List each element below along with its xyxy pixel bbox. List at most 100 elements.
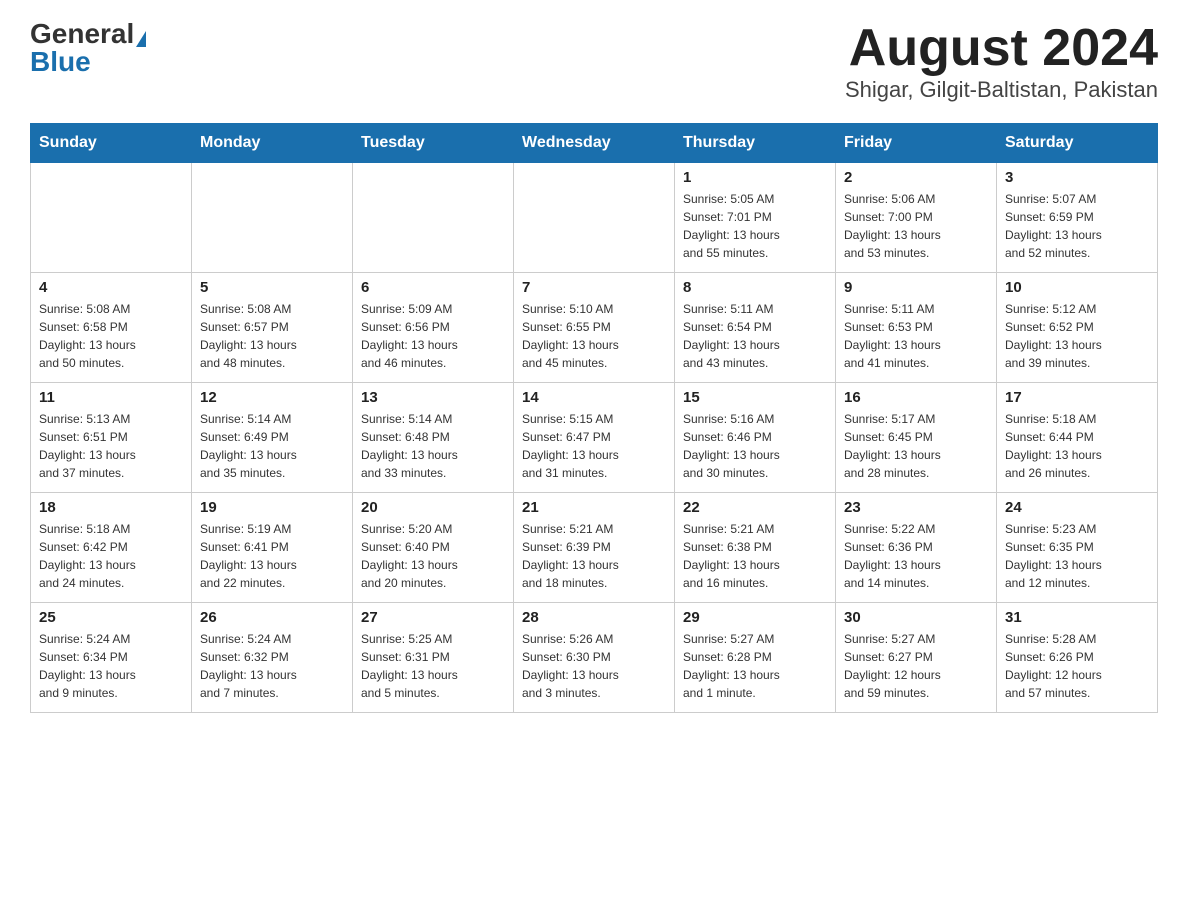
day-info: Sunrise: 5:18 AM Sunset: 6:44 PM Dayligh… — [1005, 410, 1149, 482]
day-info: Sunrise: 5:26 AM Sunset: 6:30 PM Dayligh… — [522, 630, 666, 702]
calendar-cell — [514, 163, 675, 273]
week-row-5: 25 Sunrise: 5:24 AM Sunset: 6:34 PM Dayli… — [31, 603, 1158, 713]
day-info: Sunrise: 5:05 AM Sunset: 7:01 PM Dayligh… — [683, 190, 827, 262]
day-info: Sunrise: 5:14 AM Sunset: 6:48 PM Dayligh… — [361, 410, 505, 482]
day-info: Sunrise: 5:11 AM Sunset: 6:54 PM Dayligh… — [683, 300, 827, 372]
day-info: Sunrise: 5:06 AM Sunset: 7:00 PM Dayligh… — [844, 190, 988, 262]
day-info: Sunrise: 5:09 AM Sunset: 6:56 PM Dayligh… — [361, 300, 505, 372]
week-row-1: 1Sunrise: 5:05 AM Sunset: 7:01 PM Daylig… — [31, 163, 1158, 273]
weekday-header-row: SundayMondayTuesdayWednesdayThursdayFrid… — [31, 124, 1158, 163]
calendar-cell: 13 Sunrise: 5:14 AM Sunset: 6:48 PM Dayli… — [353, 383, 514, 493]
calendar-cell: 19Sunrise: 5:19 AM Sunset: 6:41 PM Dayli… — [192, 493, 353, 603]
day-number: 28 — [522, 609, 666, 626]
calendar-cell: 26 Sunrise: 5:24 AM Sunset: 6:32 PM Dayli… — [192, 603, 353, 713]
day-number: 3 — [1005, 169, 1149, 186]
day-info: Sunrise: 5:21 AM Sunset: 6:38 PM Dayligh… — [683, 520, 827, 592]
day-info: Sunrise: 5:27 AM Sunset: 6:28 PM Dayligh… — [683, 630, 827, 702]
day-info: Sunrise: 5:27 AM Sunset: 6:27 PM Dayligh… — [844, 630, 988, 702]
day-info: Sunrise: 5:11 AM Sunset: 6:53 PM Dayligh… — [844, 300, 988, 372]
calendar-table: SundayMondayTuesdayWednesdayThursdayFrid… — [30, 123, 1158, 713]
day-number: 31 — [1005, 609, 1149, 626]
calendar-cell: 5 Sunrise: 5:08 AM Sunset: 6:57 PM Daylig… — [192, 273, 353, 383]
day-number: 24 — [1005, 499, 1149, 516]
day-info: Sunrise: 5:18 AM Sunset: 6:42 PM Dayligh… — [39, 520, 183, 592]
page-header: General Blue August 2024 Shigar, Gilgit-… — [30, 20, 1158, 103]
weekday-header-thursday: Thursday — [675, 124, 836, 163]
calendar-cell: 24 Sunrise: 5:23 AM Sunset: 6:35 PM Dayli… — [997, 493, 1158, 603]
weekday-header-monday: Monday — [192, 124, 353, 163]
day-info: Sunrise: 5:10 AM Sunset: 6:55 PM Dayligh… — [522, 300, 666, 372]
calendar-cell: 31 Sunrise: 5:28 AM Sunset: 6:26 PM Dayli… — [997, 603, 1158, 713]
day-number: 14 — [522, 389, 666, 406]
day-number: 8 — [683, 279, 827, 296]
calendar-cell: 14 Sunrise: 5:15 AM Sunset: 6:47 PM Dayli… — [514, 383, 675, 493]
calendar-cell: 18 Sunrise: 5:18 AM Sunset: 6:42 PM Dayli… — [31, 493, 192, 603]
title-section: August 2024 Shigar, Gilgit-Baltistan, Pa… — [845, 20, 1158, 103]
calendar-cell: 28 Sunrise: 5:26 AM Sunset: 6:30 PM Dayli… — [514, 603, 675, 713]
day-number: 4 — [39, 279, 183, 296]
calendar-cell: 25 Sunrise: 5:24 AM Sunset: 6:34 PM Dayli… — [31, 603, 192, 713]
day-info: Sunrise: 5:22 AM Sunset: 6:36 PM Dayligh… — [844, 520, 988, 592]
calendar-cell: 16Sunrise: 5:17 AM Sunset: 6:45 PM Dayli… — [836, 383, 997, 493]
weekday-header-wednesday: Wednesday — [514, 124, 675, 163]
logo-general-line: General — [30, 20, 146, 48]
calendar-cell: 17Sunrise: 5:18 AM Sunset: 6:44 PM Dayli… — [997, 383, 1158, 493]
logo-general-text: General — [30, 18, 134, 49]
day-number: 7 — [522, 279, 666, 296]
day-info: Sunrise: 5:28 AM Sunset: 6:26 PM Dayligh… — [1005, 630, 1149, 702]
week-row-4: 18 Sunrise: 5:18 AM Sunset: 6:42 PM Dayli… — [31, 493, 1158, 603]
week-row-2: 4Sunrise: 5:08 AM Sunset: 6:58 PM Daylig… — [31, 273, 1158, 383]
day-number: 15 — [683, 389, 827, 406]
calendar-cell: 10Sunrise: 5:12 AM Sunset: 6:52 PM Dayli… — [997, 273, 1158, 383]
month-title: August 2024 — [845, 20, 1158, 77]
day-info: Sunrise: 5:16 AM Sunset: 6:46 PM Dayligh… — [683, 410, 827, 482]
calendar-cell: 23 Sunrise: 5:22 AM Sunset: 6:36 PM Dayli… — [836, 493, 997, 603]
day-info: Sunrise: 5:13 AM Sunset: 6:51 PM Dayligh… — [39, 410, 183, 482]
day-info: Sunrise: 5:24 AM Sunset: 6:34 PM Dayligh… — [39, 630, 183, 702]
calendar-cell: 27Sunrise: 5:25 AM Sunset: 6:31 PM Dayli… — [353, 603, 514, 713]
calendar-cell: 6Sunrise: 5:09 AM Sunset: 6:56 PM Daylig… — [353, 273, 514, 383]
week-row-3: 11 Sunrise: 5:13 AM Sunset: 6:51 PM Dayli… — [31, 383, 1158, 493]
calendar-cell: 30Sunrise: 5:27 AM Sunset: 6:27 PM Dayli… — [836, 603, 997, 713]
day-number: 11 — [39, 389, 183, 406]
day-number: 20 — [361, 499, 505, 516]
day-number: 26 — [200, 609, 344, 626]
day-info: Sunrise: 5:19 AM Sunset: 6:41 PM Dayligh… — [200, 520, 344, 592]
calendar-cell: 22 Sunrise: 5:21 AM Sunset: 6:38 PM Dayli… — [675, 493, 836, 603]
day-info: Sunrise: 5:21 AM Sunset: 6:39 PM Dayligh… — [522, 520, 666, 592]
day-number: 25 — [39, 609, 183, 626]
day-info: Sunrise: 5:08 AM Sunset: 6:57 PM Dayligh… — [200, 300, 344, 372]
calendar-cell: 3Sunrise: 5:07 AM Sunset: 6:59 PM Daylig… — [997, 163, 1158, 273]
location: Shigar, Gilgit-Baltistan, Pakistan — [845, 77, 1158, 103]
day-info: Sunrise: 5:20 AM Sunset: 6:40 PM Dayligh… — [361, 520, 505, 592]
logo-triangle-icon — [136, 31, 146, 47]
calendar-cell: 8 Sunrise: 5:11 AM Sunset: 6:54 PM Daylig… — [675, 273, 836, 383]
day-number: 2 — [844, 169, 988, 186]
day-info: Sunrise: 5:24 AM Sunset: 6:32 PM Dayligh… — [200, 630, 344, 702]
calendar-cell: 21Sunrise: 5:21 AM Sunset: 6:39 PM Dayli… — [514, 493, 675, 603]
calendar-cell — [353, 163, 514, 273]
day-number: 18 — [39, 499, 183, 516]
logo: General Blue — [30, 20, 146, 76]
day-number: 10 — [1005, 279, 1149, 296]
weekday-header-sunday: Sunday — [31, 124, 192, 163]
day-info: Sunrise: 5:23 AM Sunset: 6:35 PM Dayligh… — [1005, 520, 1149, 592]
calendar-cell: 1Sunrise: 5:05 AM Sunset: 7:01 PM Daylig… — [675, 163, 836, 273]
weekday-header-friday: Friday — [836, 124, 997, 163]
day-number: 29 — [683, 609, 827, 626]
calendar-cell: 15 Sunrise: 5:16 AM Sunset: 6:46 PM Dayli… — [675, 383, 836, 493]
day-info: Sunrise: 5:15 AM Sunset: 6:47 PM Dayligh… — [522, 410, 666, 482]
calendar-cell: 9Sunrise: 5:11 AM Sunset: 6:53 PM Daylig… — [836, 273, 997, 383]
calendar-cell: 20 Sunrise: 5:20 AM Sunset: 6:40 PM Dayli… — [353, 493, 514, 603]
day-number: 23 — [844, 499, 988, 516]
calendar-cell: 11 Sunrise: 5:13 AM Sunset: 6:51 PM Dayli… — [31, 383, 192, 493]
day-number: 22 — [683, 499, 827, 516]
day-number: 13 — [361, 389, 505, 406]
day-number: 12 — [200, 389, 344, 406]
calendar-cell — [31, 163, 192, 273]
calendar-cell — [192, 163, 353, 273]
weekday-header-saturday: Saturday — [997, 124, 1158, 163]
logo-blue-text: Blue — [30, 48, 91, 76]
weekday-header-tuesday: Tuesday — [353, 124, 514, 163]
day-number: 5 — [200, 279, 344, 296]
